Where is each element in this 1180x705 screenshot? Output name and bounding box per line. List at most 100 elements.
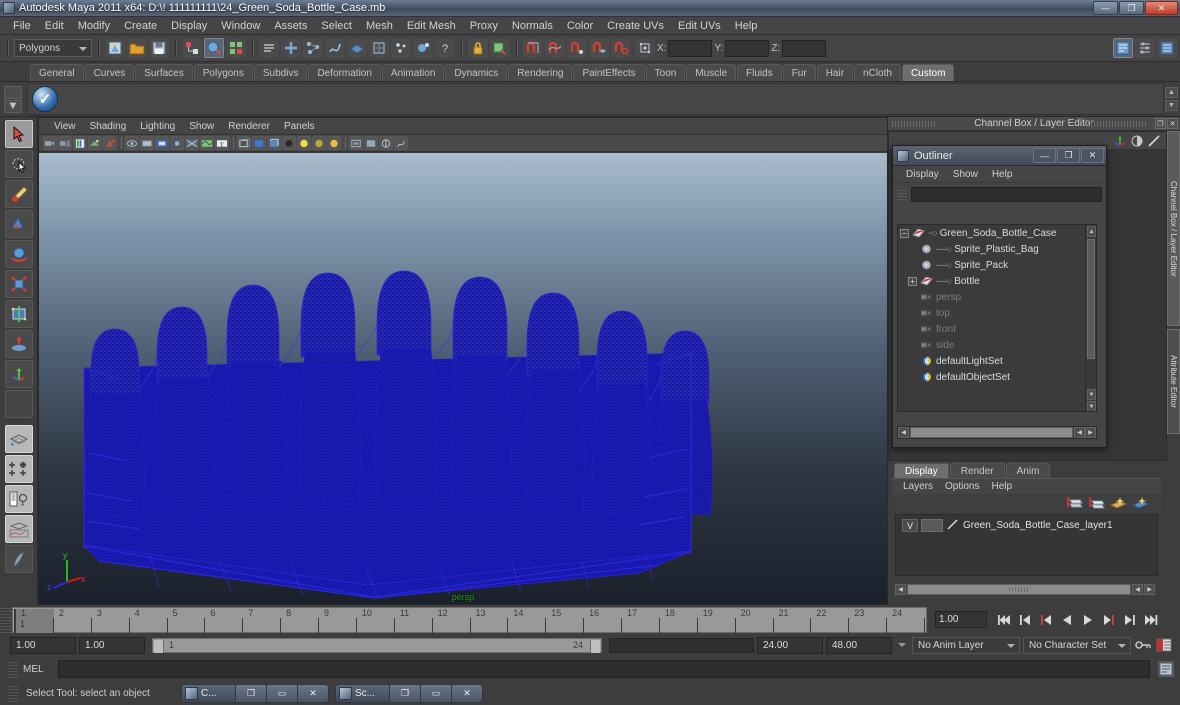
shelf-tab-painteffects[interactable]: PaintEffects [573,64,645,81]
outliner-scroll-thumb[interactable] [1087,239,1095,359]
shelf-tab-fur[interactable]: Fur [782,64,816,81]
menu-proxy[interactable]: Proxy [463,19,505,33]
outliner-minimize-button[interactable]: — [1033,148,1056,163]
menu-window[interactable]: Window [214,19,267,33]
tab-channel-box-layer-editor[interactable]: Channel Box / Layer Editor [1167,131,1180,326]
text-display-icon[interactable]: T [215,136,229,150]
select-by-hierarchy-icon[interactable] [182,38,202,58]
go-to-start-button[interactable] [995,611,1013,629]
command-line-grip[interactable] [8,660,18,678]
misc-mask-icon[interactable]: ? [435,38,455,58]
taskbar-restore-button[interactable]: ❐ [389,685,420,702]
menu-edit-uvs[interactable]: Edit UVs [671,19,728,33]
dock-restore-button[interactable]: ❐ [1155,118,1166,129]
layer-editor-horizontal-scrollbar[interactable]: ◀ ◀ ▶ [895,583,1155,596]
menu-help[interactable]: Help [728,19,765,33]
viewport-3d-canvas[interactable]: y z x persp [39,153,887,604]
input-line-mode-icon[interactable] [635,38,655,58]
resolution-gate-icon[interactable] [155,136,169,150]
auto-keyframe-icon[interactable] [1134,636,1152,654]
four-view-layout[interactable] [4,455,33,483]
taskbar-button[interactable]: Sc... ❐ ▭ ✕ [335,684,483,703]
range-start-time-field[interactable]: 1.00 [79,636,145,654]
film-gate-icon[interactable] [140,136,154,150]
taskbar-button[interactable]: C... ❐ ▭ ✕ [181,684,329,703]
check-circle-icon[interactable]: ✓ [32,86,58,112]
time-slider-track[interactable]: 1 1 2 3 4 5 6 7 8 9 10 11 12 13 14 15 16 17 18 19 20 21 22 23 2… [12,606,927,633]
shadow-display-icon[interactable] [312,136,326,150]
taskbar-maximize-button[interactable]: ▭ [266,685,297,702]
smooth-shade-textured-icon[interactable] [267,136,281,150]
snap-to-projected-center-icon[interactable] [589,38,609,58]
range-right-handle[interactable] [590,639,600,653]
new-layer-from-selected-icon[interactable] [1087,496,1105,512]
time-slider-grip[interactable] [0,606,12,633]
show-hide-tool-settings-icon[interactable] [1135,38,1155,58]
outliner-hscroll-left-arrow[interactable]: ◀ [898,427,909,438]
xray-joints-icon[interactable] [364,136,378,150]
layer-menu-layers[interactable]: Layers [897,481,939,492]
taskbar-close-button[interactable]: ✕ [297,685,328,702]
menu-select[interactable]: Select [314,19,359,33]
camera-attributes-icon[interactable] [58,136,72,150]
menu-edit[interactable]: Edit [38,19,71,33]
layer-color-swatch[interactable] [921,519,943,532]
single-perspective-layout[interactable] [4,425,33,453]
soft-modification-tool[interactable] [4,330,33,358]
outliner-grip-icon[interactable] [897,188,907,200]
x-coordinate-input[interactable] [668,39,713,57]
snap-to-curve-icon[interactable] [545,38,565,58]
z-coordinate-input[interactable] [782,39,827,57]
outliner-scroll-down-arrow[interactable]: ▼ [1087,389,1096,400]
outliner-expander[interactable]: − [900,228,909,238]
step-back-key-button[interactable] [1016,611,1034,629]
animation-preferences-icon[interactable] [1155,636,1173,654]
menu-set-selector[interactable]: Polygons [14,39,92,57]
layer-options-icon[interactable] [1109,496,1127,512]
viewport-menu-panels[interactable]: Panels [277,121,322,132]
shelf-scroll-down-button[interactable]: ▼ [1165,100,1178,111]
go-to-end-button[interactable] [1142,611,1160,629]
component-mask-icon[interactable] [259,38,279,58]
universal-manipulator-tool[interactable] [4,300,33,328]
last-tool-used[interactable] [4,390,33,418]
save-scene-icon[interactable] [149,38,169,58]
outliner-hscroll-left-arrow-2[interactable]: ◀ [1074,427,1085,438]
taskbar-restore-button[interactable]: ❐ [235,685,266,702]
hardware-texturing-icon[interactable] [282,136,296,150]
persp-graph-layout[interactable] [4,515,33,543]
script-editor-icon[interactable] [1158,661,1174,677]
surfaces-mask-icon[interactable] [347,38,367,58]
outliner-menu-help[interactable]: Help [985,169,1020,180]
outliner-row[interactable]: side [898,337,1085,353]
outliner-expander[interactable]: + [908,276,917,286]
scale-tool[interactable] [4,270,33,298]
taskbar-close-button[interactable]: ✕ [451,685,482,702]
rendering-mask-icon[interactable] [413,38,433,58]
outliner-scroll-up-arrow[interactable]: ▲ [1087,226,1096,237]
two-d-pan-zoom-icon[interactable] [103,136,117,150]
outliner-persp-layout[interactable]: A [4,485,33,513]
command-language-label[interactable]: MEL [23,664,53,675]
snap-to-point-icon[interactable] [567,38,587,58]
gate-mask-icon[interactable] [170,136,184,150]
shelf-tab-general[interactable]: General [30,64,84,81]
channel-edit-icon[interactable] [1147,134,1161,148]
shelf-right-arrows[interactable]: ▲ ▼ [1164,83,1180,115]
paint-selection-tool[interactable] [4,180,33,208]
curves-mask-icon[interactable] [325,38,345,58]
smooth-shading-icon[interactable] [252,136,266,150]
shelf-tab-animation[interactable]: Animation [381,64,445,81]
range-left-handle[interactable] [154,639,164,653]
range-slider-bar-control[interactable]: 1 24 [152,637,602,653]
paint-effects-layout[interactable] [4,545,33,573]
bookmark-icon[interactable] [73,136,87,150]
layer-scroll-thumb-grip[interactable] [1009,587,1029,592]
menu-assets[interactable]: Assets [267,19,314,33]
wireframe-shading-icon[interactable] [237,136,251,150]
layer-tab-render[interactable]: Render [949,463,1005,478]
rotate-tool[interactable] [4,240,33,268]
outliner-vertical-scrollbar[interactable]: ▲ ▼ ▼ [1085,225,1096,411]
outliner-row[interactable]: top [898,305,1085,321]
outliner-horizontal-scrollbar[interactable]: ◀ ◀ ▶ [897,426,1097,439]
